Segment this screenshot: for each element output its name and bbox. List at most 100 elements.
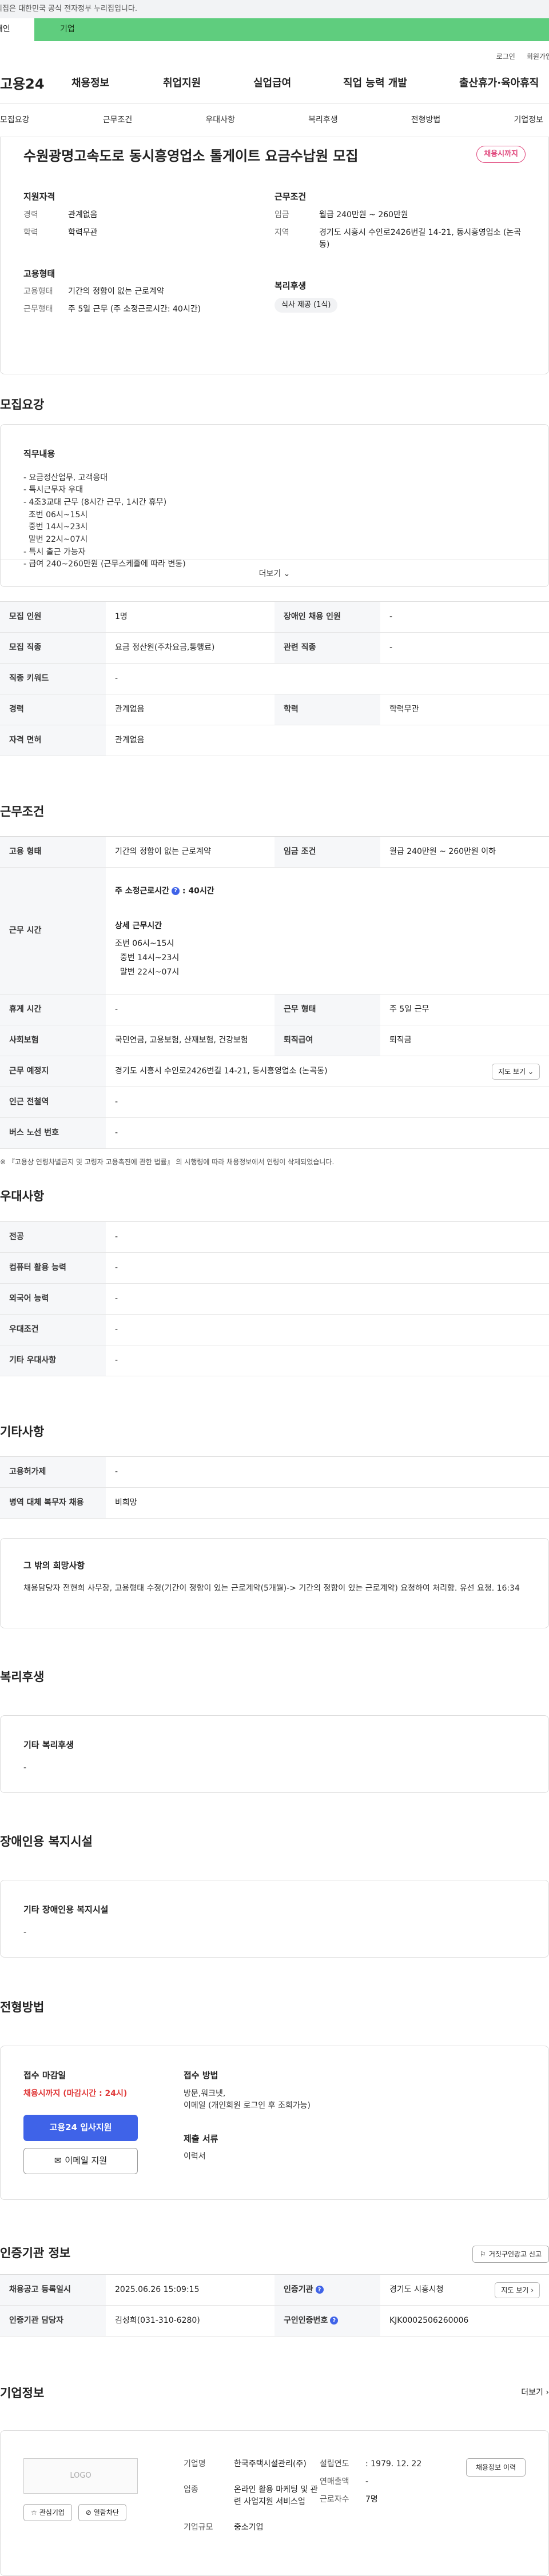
company-founded-label: 설립연도 xyxy=(320,2459,349,2469)
wage-value: 월급 240만원 ~ 260만원 xyxy=(319,210,408,219)
block-label: 열람차단 xyxy=(93,2509,119,2517)
cell-label: 모집 직종 xyxy=(0,632,106,664)
company-size-value: 중소기업 xyxy=(234,2523,264,2532)
block-view-button[interactable]: ⊘ 열람차단 xyxy=(78,2504,126,2521)
cell-label: 기타 우대사항 xyxy=(0,1345,106,1376)
tab-company[interactable]: 기업 xyxy=(34,18,549,41)
certify-map-button[interactable]: 지도 보기 › xyxy=(495,2282,540,2298)
subnav-company[interactable]: 기업정보 xyxy=(514,114,543,126)
table-row: 직종 키워드 - xyxy=(0,663,549,694)
cell-label: 임금 조건 xyxy=(274,836,380,868)
table-row: 근무 예정지 경기도 시흥시 수인로2426번길 14-21, 동시흥영업소 (… xyxy=(0,1056,549,1087)
signup-link[interactable]: 회원가입 xyxy=(527,51,549,64)
area-label: 지역 xyxy=(274,227,289,237)
subnav-recruit[interactable]: 모집요강 xyxy=(0,114,30,126)
hours-sep: : xyxy=(182,886,186,896)
gov-banner: 이 누리집은 대한민국 공식 전자정부 누리집입니다. xyxy=(0,0,549,18)
hiring-history-button[interactable]: 채용정보 이력 xyxy=(466,2458,526,2477)
work-place-row: 경기도 시흥시 수인로2426번길 14-21, 동시흥영업소 (논곡동) 지도… xyxy=(115,1063,549,1080)
cell-value: - xyxy=(106,1314,549,1345)
company-sales-row: 연매출액 - xyxy=(320,2476,451,2488)
apply-button[interactable]: 고용24 입사지원 xyxy=(23,2114,138,2141)
map-button-label: 지도 보기 xyxy=(498,1067,526,1076)
flag-icon: ⚐ xyxy=(480,2250,486,2258)
cell-value: 주 5일 근무 xyxy=(380,994,549,1025)
cell-value: - xyxy=(380,632,549,664)
company-sales-value: - xyxy=(365,2477,369,2486)
career-label: 경력 xyxy=(23,210,38,219)
cell-label: 장애인 채용 인원 xyxy=(274,601,380,633)
map-button[interactable]: 지도 보기 ⌄ xyxy=(492,1063,540,1080)
company-info-col-1: 기업명 한국주택시설관리(주) 업종 온라인 활용 마케팅 및 관련 사업지원 서비… xyxy=(184,2458,320,2553)
subnav-welfare[interactable]: 복리후생 xyxy=(308,114,338,126)
table-row: 컴퓨터 활용 능력 - xyxy=(0,1252,549,1284)
gnb-item-jobs[interactable]: 채용정보 xyxy=(71,75,109,91)
section-title-work: 근무조건 xyxy=(0,805,45,818)
email-apply-button[interactable]: ✉ 이메일 지원 xyxy=(23,2147,138,2174)
cell-label: 직종 키워드 xyxy=(0,663,106,694)
company-sales-label: 연매출액 xyxy=(320,2477,349,2486)
duty-line: 조번 06시~15시 xyxy=(23,510,88,520)
org-row: 경기도 시흥시청 지도 보기 › xyxy=(389,2282,549,2298)
company-more-label: 더보기 xyxy=(521,2388,543,2397)
welfare-heading: 복리후생 xyxy=(274,280,307,291)
section-nav: 모집요강 근무조건 우대사항 복리후생 전형방법 기업정보 xyxy=(0,104,549,137)
gnb-item-parental-leave[interactable]: 출산휴가·육아휴직 xyxy=(459,75,539,91)
table-row: 모집 인원 1명 장애인 채용 인원 - xyxy=(0,601,549,633)
work-place-cell: 경기도 시흥시 수인로2426번길 14-21, 동시흥영업소 (논곡동) 지도… xyxy=(106,1056,549,1087)
table-row: 인증기관 담당자 김성희(031-310-6280) 구인인증번호? KJK00… xyxy=(0,2305,549,2337)
star-icon: ☆ xyxy=(31,2509,37,2517)
chevron-down-icon: ⌄ xyxy=(527,1067,534,1076)
other-wish-text: 채용담당자 전현희 사무장, 고용형태 수정(기간이 정함이 있는 근로계약(5… xyxy=(23,1583,520,1593)
report-button[interactable]: ⚐ 거짓구인광고 신고 xyxy=(472,2246,549,2263)
cell-label: 근무 시간 xyxy=(0,867,106,995)
map-button-label: 지도 보기 xyxy=(501,2286,529,2294)
work-hours-cell: 주 소정근로시간? : 40시간 상세 근무시간 조번 06시~15시 중번 1… xyxy=(106,867,549,995)
deadline-col: 접수 마감일 채용시까지 (마감시간 : 24시) 고용24 입사지원 ✉ 이메… xyxy=(23,2069,184,2174)
company-more-link[interactable]: 더보기 › xyxy=(521,2387,549,2399)
subnav-process[interactable]: 전형방법 xyxy=(411,114,441,126)
email-apply-label: 이메일 지원 xyxy=(65,2155,108,2166)
section-title-certify: 인증기관 정보 xyxy=(0,2246,71,2260)
page: 이 누리집은 대한민국 공식 전자정부 누리집입니다. 개인 기업 로그인 회원… xyxy=(0,0,549,2576)
work-table: 고용 형태 기간의 정함이 없는 근로계약 임금 조건 월급 240만원 ~ 2… xyxy=(0,836,549,1149)
conditions-heading: 근무조건 xyxy=(274,191,307,202)
cell-value: - xyxy=(106,994,274,1025)
detail-hours-line: 말번 22시~07시 xyxy=(115,968,180,977)
gnb-item-unemployment-benefit[interactable]: 실업급여 xyxy=(253,75,291,91)
login-link[interactable]: 로그인 xyxy=(496,51,515,64)
recruit-table: 모집 인원 1명 장애인 채용 인원 - 모집 직종 요금 정산원(주차요금,통… xyxy=(0,601,549,756)
status-badge: 채용시까지 xyxy=(476,146,526,163)
cell-label: 인증기관 담당자 xyxy=(0,2305,106,2337)
subnav-preferences[interactable]: 우대사항 xyxy=(205,114,235,126)
docs-value: 이력서 xyxy=(184,2152,206,2161)
site-logo[interactable]: 고용24 xyxy=(0,74,71,94)
tab-individual[interactable]: 개인 xyxy=(0,18,34,41)
cell-value: 요금 정산원(주차요금,통행료) xyxy=(106,632,274,664)
info-icon[interactable]: ? xyxy=(172,886,180,895)
work-place-value: 경기도 시흥시 수인로2426번길 14-21, 동시흥영업소 (논곡동) xyxy=(115,1067,328,1076)
subnav-work-conditions[interactable]: 근무조건 xyxy=(103,114,133,126)
cell-value: - xyxy=(106,1456,549,1488)
wage-label: 임금 xyxy=(274,210,289,219)
favorite-company-button[interactable]: ☆ 관심기업 xyxy=(23,2504,72,2521)
gnb-item-skill-development[interactable]: 직업 능력 개발 xyxy=(343,75,407,91)
cell-label: 전공 xyxy=(0,1221,106,1253)
org-value: 경기도 시흥시청 xyxy=(389,2285,444,2294)
process-heading-wrap: 전형방법 xyxy=(0,1958,549,2026)
cell-value: 국민연금, 고용보험, 산재보험, 건강보험 xyxy=(106,1025,274,1056)
info-icon[interactable]: ? xyxy=(330,2317,339,2325)
pref-table: 전공 - 컴퓨터 활용 능력 - 외국어 능력 - 우대조건 - 기타 우대사항 - xyxy=(0,1221,549,1376)
gnb-item-employment-support[interactable]: 취업지원 xyxy=(163,75,201,91)
summary-conditions: 근무조건 임금 월급 240만원 ~ 260만원 지역 경기도 시흥시 수인로242… xyxy=(274,190,526,257)
cell-value: 김성희(031-310-6280) xyxy=(106,2305,274,2337)
info-icon[interactable]: ? xyxy=(315,2286,324,2294)
company-box: LOGO ☆ 관심기업 ⊘ 열람차단 기업명 한국주택시설관리(주) 업종 온라인 활용… xyxy=(0,2430,549,2576)
welfare-heading-wrap: 복리후생 xyxy=(0,1628,549,1696)
cell-label: 퇴직급여 xyxy=(274,1025,380,1056)
career-row: 경력 관계없음 xyxy=(23,209,274,221)
company-size-row: 기업규모 중소기업 xyxy=(184,2522,320,2534)
cell-label: 채용공고 등록일시 xyxy=(0,2274,106,2306)
table-row: 전공 - xyxy=(0,1221,549,1253)
company-founded-row: 설립연도: 1979. 12. 22 xyxy=(320,2458,451,2470)
